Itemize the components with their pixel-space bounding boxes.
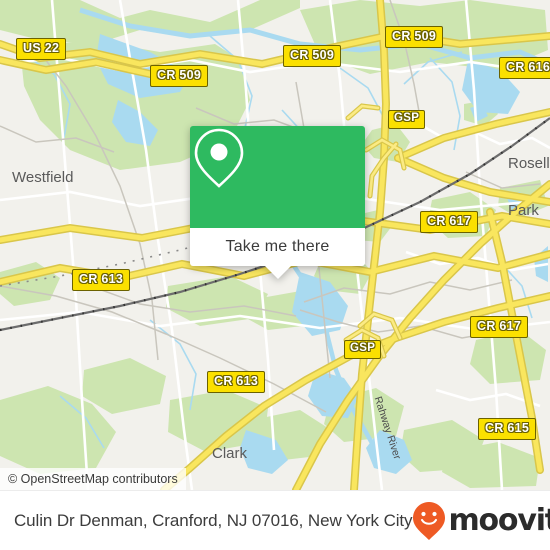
take-me-there-label: Take me there — [225, 238, 330, 255]
road-shield-cr-616[interactable]: CR 616 — [499, 57, 550, 79]
road-shield-cr-615[interactable]: CR 615 — [478, 418, 537, 440]
moovit-map-screenshot: Westfield Roselle Park Clark Rahway Rive… — [0, 0, 550, 550]
map-canvas[interactable]: Westfield Roselle Park Clark Rahway Rive… — [0, 0, 550, 490]
road-shield-cr-509-b[interactable]: CR 509 — [283, 45, 342, 67]
road-shield-cr-509-a[interactable]: CR 509 — [150, 65, 209, 87]
destination-card-pointer — [264, 266, 291, 279]
moovit-brand[interactable]: moovit — [412, 501, 550, 541]
map-pin-icon — [194, 128, 244, 188]
moovit-wordmark: moovit — [448, 502, 550, 538]
road-shield-us-22[interactable]: US 22 — [16, 38, 67, 60]
footer-bar: Culin Dr Denman, Cranford, NJ 07016, New… — [0, 490, 550, 550]
road-shield-cr-613-a[interactable]: CR 613 — [72, 269, 131, 291]
map-attribution[interactable]: © OpenStreetMap contributors — [0, 468, 186, 490]
address-label: Culin Dr Denman, Cranford, NJ 07016, New… — [14, 510, 413, 530]
destination-card-action[interactable]: Take me there — [190, 228, 365, 279]
road-shield-cr-617-b[interactable]: CR 617 — [470, 316, 529, 338]
road-shield-cr-617-a[interactable]: CR 617 — [420, 211, 479, 233]
road-shield-cr-509-c[interactable]: CR 509 — [385, 26, 444, 48]
destination-card-header — [190, 126, 365, 228]
map-attribution-text: © OpenStreetMap contributors — [8, 472, 178, 486]
moovit-smiley-pin-icon — [413, 501, 446, 540]
road-shield-cr-613-b[interactable]: CR 613 — [207, 371, 266, 393]
destination-card[interactable]: Take me there — [190, 126, 365, 279]
road-shield-gsp-b[interactable]: GSP — [344, 340, 382, 359]
road-shield-gsp-a[interactable]: GSP — [388, 110, 426, 129]
